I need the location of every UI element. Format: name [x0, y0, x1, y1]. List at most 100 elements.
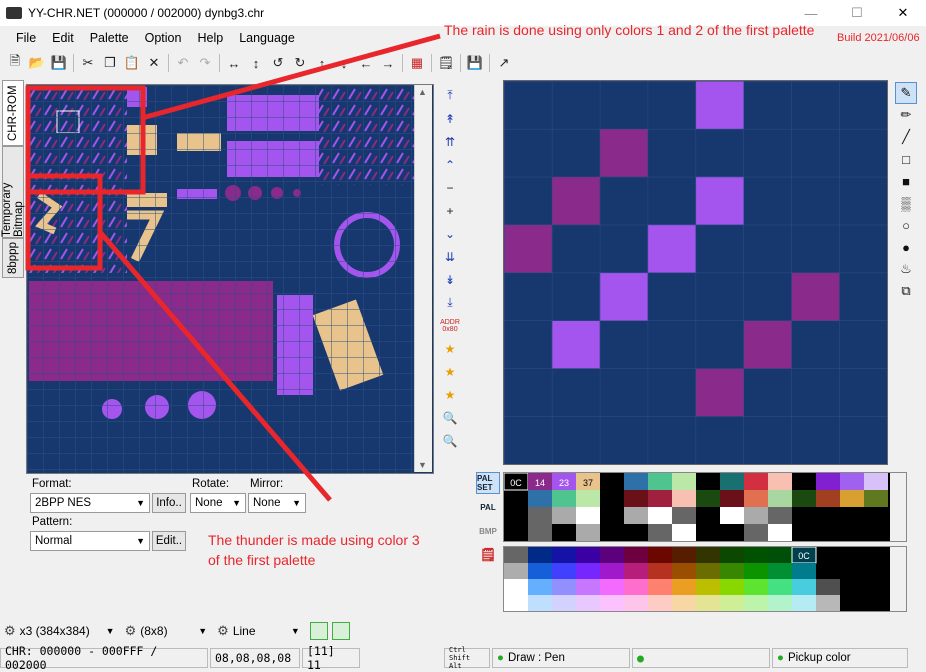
- tab-8bppp[interactable]: 8bppp: [2, 238, 24, 278]
- maximize-button[interactable]: ☐: [834, 0, 880, 26]
- fill-bucket-tool-icon[interactable]: ♨: [895, 258, 917, 280]
- row-down-icon[interactable]: ⌄: [445, 222, 455, 245]
- tool-select[interactable]: Line: [229, 624, 291, 638]
- edit-mode-icon[interactable]: [331, 622, 350, 640]
- page-down-icon[interactable]: ⇊: [445, 245, 455, 268]
- tab-palset[interactable]: PAL SET: [476, 472, 500, 494]
- flip-vertical-icon[interactable]: ↕: [245, 52, 267, 74]
- save-palette-icon[interactable]: 💾: [464, 52, 486, 74]
- circle-tool-icon[interactable]: ○: [895, 214, 917, 236]
- view-tabs: CHR-ROM Temporary Bitmap 8bppp: [1, 80, 25, 278]
- palette-properties-icon[interactable]: 🗒: [476, 544, 500, 566]
- minus-icon[interactable]: −: [446, 176, 453, 199]
- save-icon[interactable]: 💾: [48, 52, 70, 74]
- paste-icon[interactable]: 📋: [121, 52, 143, 74]
- bookmark-star-up-icon[interactable]: ★: [445, 360, 456, 383]
- rotate-select[interactable]: None ▼: [190, 493, 246, 513]
- address-icon[interactable]: ADDR 0x80: [440, 314, 460, 337]
- redo-icon[interactable]: ↷: [194, 52, 216, 74]
- tab-pal[interactable]: PAL: [476, 496, 500, 518]
- copy-icon[interactable]: ❐: [99, 52, 121, 74]
- open-folder-icon[interactable]: 📂: [26, 52, 48, 74]
- shift-down-icon[interactable]: ↓: [333, 52, 355, 74]
- zoom-gear-icon[interactable]: ⚙: [4, 623, 16, 639]
- menu-help[interactable]: Help: [189, 31, 231, 45]
- tool-dropdown-arrow[interactable]: ▼: [291, 626, 300, 636]
- jump-bottom-icon[interactable]: ⤓: [447, 291, 452, 314]
- chr-mode-icon[interactable]: [309, 622, 328, 640]
- grid-select[interactable]: (8x8): [136, 624, 198, 638]
- rectangle-tool-icon[interactable]: □: [895, 148, 917, 170]
- tile-view-scrollbar[interactable]: ▲ ▼: [414, 85, 432, 472]
- properties-icon[interactable]: 🗒: [435, 52, 457, 74]
- app-icon: [6, 7, 22, 19]
- pattern-label: Pattern:: [32, 516, 73, 528]
- nes-master-palette[interactable]: 0C: [503, 546, 907, 612]
- palette-replace-icon[interactable]: ▦: [406, 52, 428, 74]
- filled-rectangle-tool-icon[interactable]: ■: [895, 170, 917, 192]
- tab-chr-rom[interactable]: CHR-ROM: [2, 80, 24, 146]
- menu-edit[interactable]: Edit: [44, 31, 82, 45]
- undo-icon[interactable]: ↶: [172, 52, 194, 74]
- page-down-fast-icon[interactable]: ↡: [445, 268, 455, 291]
- rotate-label: Rotate:: [192, 478, 230, 490]
- palette-swatches[interactable]: 0C 14 23 37: [504, 473, 906, 541]
- export-icon[interactable]: ↗: [493, 52, 515, 74]
- zoom-in-icon[interactable]: 🔍: [443, 406, 458, 429]
- menu-language[interactable]: Language: [231, 31, 303, 45]
- edit-pattern-button[interactable]: Edit..: [152, 531, 186, 551]
- rotate-left-icon[interactable]: ↺: [267, 52, 289, 74]
- pattern-fill-tool-icon[interactable]: ▒: [895, 192, 917, 214]
- filled-circle-tool-icon[interactable]: ●: [895, 236, 917, 258]
- tile-editor[interactable]: [503, 80, 888, 465]
- chr-tile-view[interactable]: [26, 84, 434, 474]
- menu-option[interactable]: Option: [137, 31, 190, 45]
- build-label: Build 2021/06/06: [837, 32, 920, 44]
- rotate-right-icon[interactable]: ↻: [289, 52, 311, 74]
- chr-tiles-canvas[interactable]: [27, 85, 434, 474]
- zoom-out-icon[interactable]: 🔍: [443, 429, 458, 452]
- row-up-icon[interactable]: ⌃: [445, 153, 455, 176]
- status-middle-mouse: ●: [632, 648, 770, 668]
- zoom-dropdown-arrow[interactable]: ▼: [106, 626, 115, 636]
- shift-left-icon[interactable]: ←: [355, 52, 377, 74]
- thin-pen-tool-icon[interactable]: ✏: [895, 104, 917, 126]
- plus-icon[interactable]: +: [446, 199, 453, 222]
- navigation-column: ⤒ ↟ ⇈ ⌃ − + ⌄ ⇊ ↡ ⤓ ADDR 0x80 ★ ★ ★ 🔍 🔍: [437, 84, 463, 452]
- tab-temporary-bitmap[interactable]: Temporary Bitmap: [1, 146, 25, 238]
- annotation-thunder-line1: The thunder is made using color 3: [208, 532, 420, 548]
- format-select[interactable]: 2BPP NES ▼: [30, 493, 150, 513]
- palette-set[interactable]: 0C 14 23 37: [503, 472, 907, 542]
- shift-up-icon[interactable]: ↑: [311, 52, 333, 74]
- bookmark-star-down-icon[interactable]: ★: [445, 383, 456, 406]
- pattern-select[interactable]: Normal ▼: [30, 531, 150, 551]
- tile-editor-canvas[interactable]: [504, 81, 887, 464]
- nes-palette-selected-label: 0C: [798, 551, 810, 561]
- delete-icon[interactable]: ✕: [143, 52, 165, 74]
- nes-palette-swatches[interactable]: 0C: [504, 547, 906, 611]
- grid-gear-icon[interactable]: ⚙: [125, 623, 137, 639]
- select-tool-icon[interactable]: ⧉: [895, 280, 917, 302]
- tab-bmp[interactable]: BMP: [476, 520, 500, 542]
- window-title: YY-CHR.NET (000000 / 002000) dynbg3.chr: [28, 6, 265, 20]
- mirror-label: Mirror:: [250, 478, 284, 490]
- status-spacer: [362, 648, 442, 668]
- zoom-select[interactable]: x3 (384x384): [16, 624, 106, 638]
- page-up-fast-icon[interactable]: ↟: [445, 107, 455, 130]
- bookmark-star-icon[interactable]: ★: [445, 337, 456, 360]
- page-up-icon[interactable]: ⇈: [445, 130, 455, 153]
- cut-icon[interactable]: ✂: [77, 52, 99, 74]
- pen-tool-icon[interactable]: ✎: [895, 82, 917, 104]
- menu-file[interactable]: File: [8, 31, 44, 45]
- new-file-icon[interactable]: 🗎: [4, 52, 26, 74]
- menu-palette[interactable]: Palette: [82, 31, 137, 45]
- info-button[interactable]: Info..: [152, 493, 186, 513]
- grid-dropdown-arrow[interactable]: ▼: [198, 626, 207, 636]
- tool-gear-icon[interactable]: ⚙: [217, 623, 229, 639]
- jump-top-icon[interactable]: ⤒: [447, 84, 452, 107]
- mirror-select[interactable]: None ▼: [248, 493, 306, 513]
- flip-horizontal-icon[interactable]: ↔: [223, 52, 245, 74]
- line-tool-icon[interactable]: ╱: [895, 126, 917, 148]
- shift-right-icon[interactable]: →: [377, 52, 399, 74]
- close-button[interactable]: ✕: [880, 0, 926, 26]
